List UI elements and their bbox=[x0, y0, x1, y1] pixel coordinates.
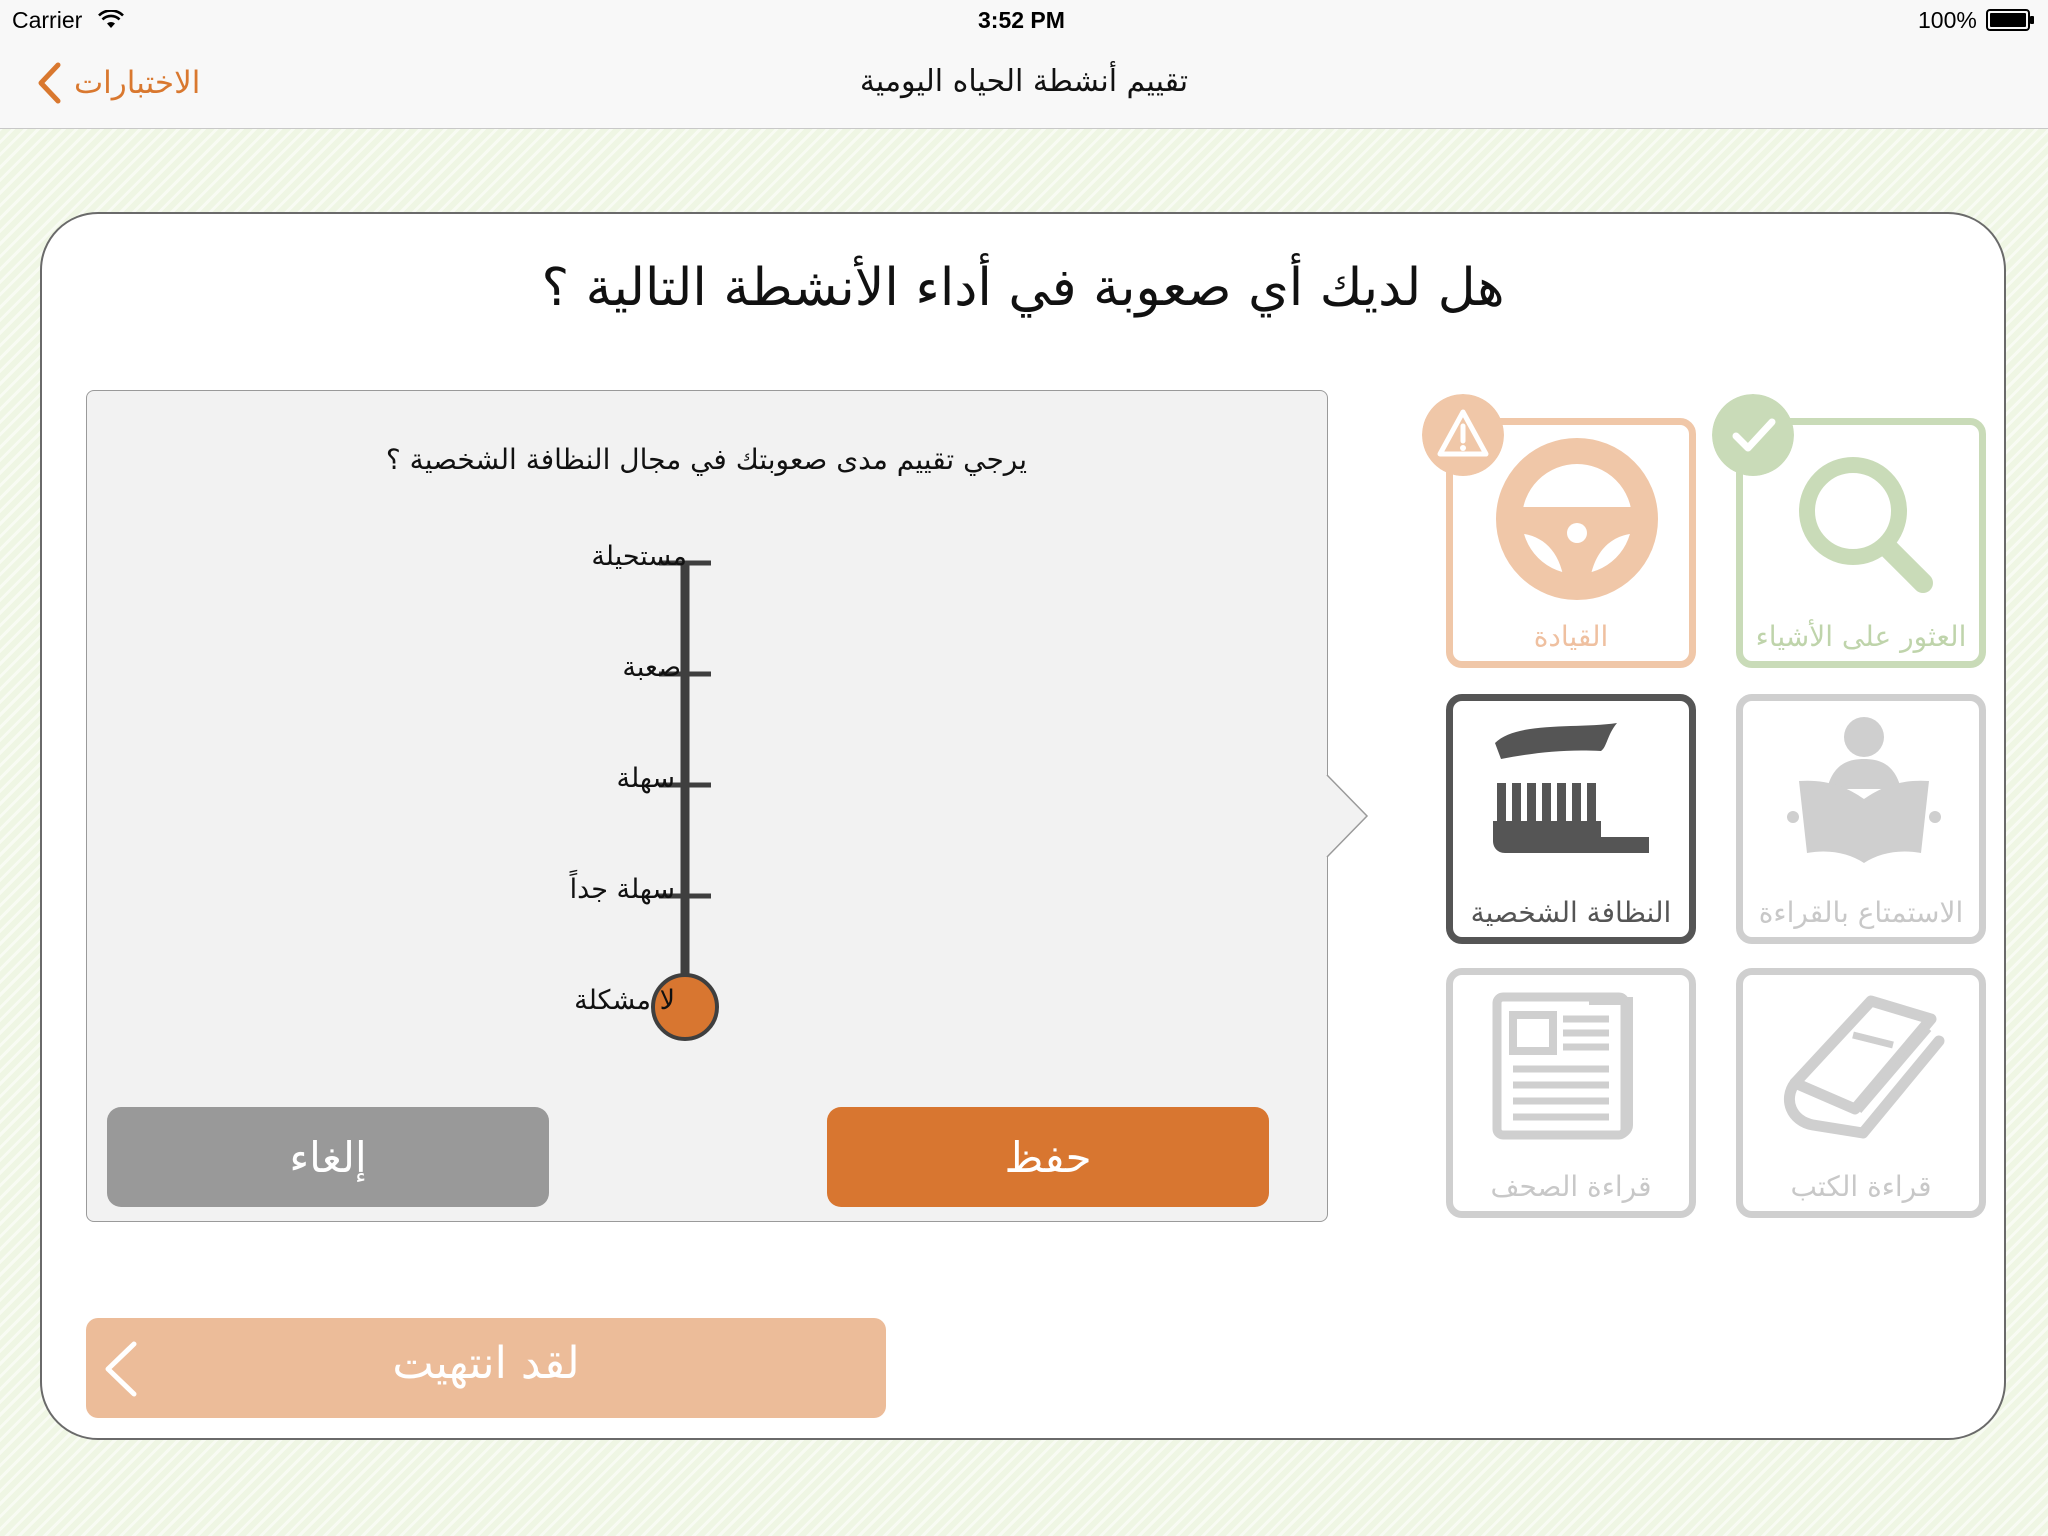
finished-button[interactable]: لقد انتهيت bbox=[86, 1318, 886, 1418]
tile-enjoying-reading-label: الاستمتاع بالقراءة bbox=[1758, 896, 1964, 929]
tile-enjoying-reading[interactable]: الاستمتاع بالقراءة bbox=[1736, 694, 1986, 944]
tile-driving-label: القيادة bbox=[1533, 620, 1609, 653]
finished-button-label: لقد انتهيت bbox=[392, 1338, 580, 1389]
battery-percent: 100% bbox=[1918, 7, 1977, 33]
difficulty-scale[interactable] bbox=[87, 391, 1329, 1223]
main-card: هل لديك أي صعوبة في أداء الأنشطة التالية… bbox=[40, 212, 2006, 1440]
tile-personal-hygiene-label: النظافة الشخصية bbox=[1470, 896, 1672, 929]
save-button[interactable]: حفظ bbox=[827, 1107, 1269, 1207]
tile-finding-things-label: العثور على الأشياء bbox=[1755, 620, 1967, 653]
scale-label-easy[interactable]: سهلة bbox=[475, 763, 675, 794]
navigation-bar: الاختبارات تقييم أنشطة الحياه اليومية bbox=[0, 40, 2048, 129]
wifi-icon bbox=[98, 10, 124, 28]
scale-label-difficult[interactable]: صعبة bbox=[481, 652, 681, 683]
clock: 3:52 PM bbox=[978, 7, 1065, 33]
battery-icon bbox=[1986, 9, 2034, 31]
warning-badge-icon bbox=[1422, 394, 1504, 476]
rating-popover: يرجي تقييم مدى صعوبتك في مجال النظافة ال… bbox=[86, 390, 1369, 1223]
scale-label-very-easy[interactable]: سهلة جداً bbox=[475, 874, 675, 905]
tile-reading-newspapers[interactable]: قراءة الصحف bbox=[1446, 968, 1696, 1218]
cancel-button[interactable]: إلغاء bbox=[107, 1107, 549, 1207]
popover-arrow bbox=[1326, 774, 1369, 858]
page-title: تقييم أنشطة الحياه اليومية bbox=[859, 64, 1189, 99]
question-heading: هل لديك أي صعوبة في أداء الأنشطة التالية… bbox=[541, 258, 1505, 318]
tile-personal-hygiene[interactable]: النظافة الشخصية bbox=[1446, 694, 1696, 944]
carrier-label: Carrier bbox=[12, 7, 83, 33]
scale-label-impossible[interactable]: مستحيلة bbox=[487, 541, 687, 572]
checkmark-badge-icon bbox=[1712, 394, 1794, 476]
tile-reading-books[interactable]: قراءة الكتب bbox=[1736, 968, 1986, 1218]
status-bar: Carrier 3:52 PM 100% bbox=[0, 0, 2048, 40]
scale-label-no-problem[interactable]: لا مشكلة bbox=[475, 985, 675, 1016]
tile-reading-books-label: قراءة الكتب bbox=[1790, 1170, 1932, 1203]
tile-reading-newspapers-label: قراءة الصحف bbox=[1490, 1170, 1652, 1203]
